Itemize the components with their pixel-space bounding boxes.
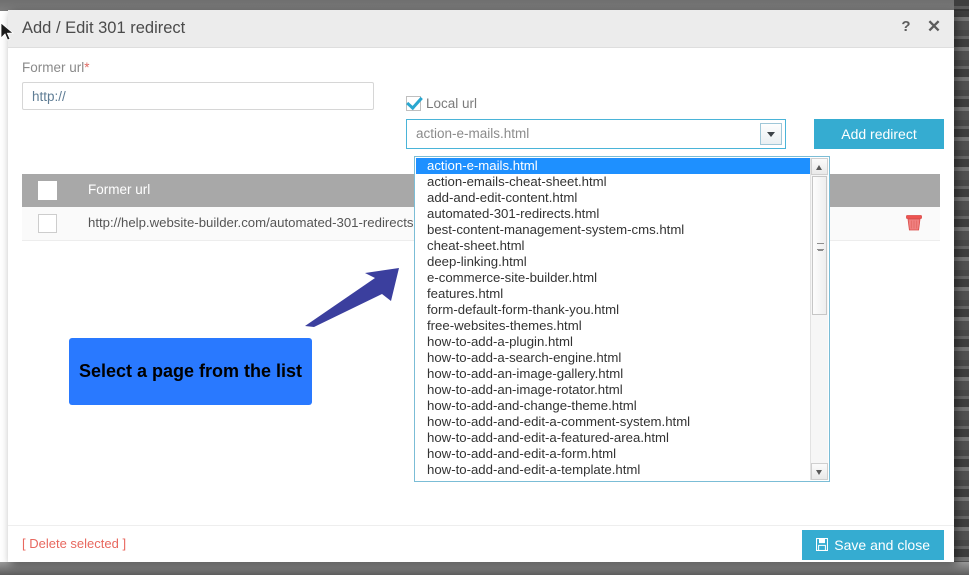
- local-url-combobox[interactable]: action-e-mails.html: [406, 119, 786, 149]
- former-url-label-text: Former url: [22, 60, 85, 75]
- dropdown-option[interactable]: how-to-add-and-edit-a-template.html: [416, 462, 811, 478]
- floppy-disk-icon: [816, 537, 829, 553]
- row-former-url: http://help.website-builder.com/automate…: [88, 215, 443, 230]
- backdrop-right-strip: [954, 0, 969, 575]
- dropdown-option[interactable]: form-default-form-thank-you.html: [416, 302, 811, 318]
- dropdown-option[interactable]: how-to-add-and-edit-a-form.html: [416, 446, 811, 462]
- annotation-callout-text: Select a page from the list: [78, 361, 303, 381]
- scroll-down-icon[interactable]: [811, 463, 828, 480]
- local-url-label: Local url: [426, 96, 478, 111]
- checkbox-checked-icon[interactable]: [406, 96, 421, 111]
- annotation-callout: Select a page from the list: [69, 338, 312, 405]
- former-url-label: Former url*: [22, 60, 90, 75]
- local-url-dropdown-list[interactable]: action-e-mails.html action-emails-cheat-s…: [414, 156, 830, 482]
- dropdown-option[interactable]: how-to-add-a-plugin.html: [416, 334, 811, 350]
- dialog-body: Former url* Local url action-e-mails.htm…: [8, 48, 954, 525]
- dropdown-option[interactable]: how-to-add-and-change-theme.html: [416, 398, 811, 414]
- former-url-input[interactable]: [22, 82, 374, 110]
- chevron-down-icon[interactable]: [760, 123, 782, 145]
- page-title: Add / Edit 301 redirect: [22, 19, 186, 37]
- dropdown-scrollbar[interactable]: [810, 158, 828, 480]
- dropdown-option[interactable]: how-to-add-a-search-engine.html: [416, 350, 811, 366]
- backdrop-bottom-strip: [0, 562, 969, 575]
- dropdown-option[interactable]: cheat-sheet.html: [416, 238, 811, 254]
- add-redirect-button[interactable]: Add redirect: [814, 119, 944, 149]
- combobox-value: action-e-mails.html: [416, 126, 530, 141]
- dropdown-option[interactable]: free-websites-themes.html: [416, 318, 811, 334]
- dialog-header: Add / Edit 301 redirect ? ✕: [8, 10, 954, 48]
- row-select-checkbox[interactable]: [38, 214, 57, 233]
- dropdown-option[interactable]: action-emails-cheat-sheet.html: [416, 174, 811, 190]
- scrollbar-thumb[interactable]: [812, 176, 827, 315]
- select-all-checkbox[interactable]: [38, 181, 57, 200]
- dropdown-option[interactable]: how-to-add-and-edit-a-featured-area.html: [416, 430, 811, 446]
- help-icon[interactable]: ?: [898, 18, 914, 36]
- dropdown-option[interactable]: best-content-management-system-cms.html: [416, 222, 811, 238]
- dropdown-option[interactable]: e-commerce-site-builder.html: [416, 270, 811, 286]
- dropdown-options: action-e-mails.html action-emails-cheat-s…: [416, 158, 811, 478]
- mouse-cursor-icon: [0, 22, 16, 47]
- dialog-footer: [ Delete selected ] Save and close: [8, 525, 954, 562]
- screen: Add / Edit 301 redirect ? ✕ Former url* …: [0, 0, 969, 575]
- dropdown-option[interactable]: deep-linking.html: [416, 254, 811, 270]
- dropdown-option[interactable]: features.html: [416, 286, 811, 302]
- dropdown-option[interactable]: add-and-edit-content.html: [416, 190, 811, 206]
- scroll-up-icon[interactable]: [811, 158, 828, 175]
- required-asterisk: *: [84, 60, 90, 75]
- dropdown-option[interactable]: action-e-mails.html: [416, 158, 811, 174]
- save-and-close-label: Save and close: [834, 537, 930, 553]
- dropdown-option[interactable]: how-to-add-and-edit-a-comment-system.htm…: [416, 414, 811, 430]
- trash-icon[interactable]: [906, 214, 922, 231]
- close-icon[interactable]: ✕: [926, 18, 942, 36]
- local-url-checkbox-row[interactable]: Local url: [406, 96, 477, 111]
- annotation-arrow-icon: [303, 266, 403, 333]
- dialog-header-actions: ? ✕: [898, 18, 942, 36]
- column-header-former-url: Former url: [88, 182, 151, 197]
- save-and-close-button[interactable]: Save and close: [802, 530, 944, 560]
- dropdown-option[interactable]: how-to-add-an-image-gallery.html: [416, 366, 811, 382]
- dropdown-option[interactable]: automated-301-redirects.html: [416, 206, 811, 222]
- delete-selected-link[interactable]: [ Delete selected ]: [22, 536, 126, 551]
- dropdown-option[interactable]: how-to-add-an-image-rotator.html: [416, 382, 811, 398]
- add-edit-301-redirect-dialog: Add / Edit 301 redirect ? ✕ Former url* …: [8, 10, 954, 562]
- dropdown-scroll-viewport: action-e-mails.html action-emails-cheat-s…: [416, 158, 811, 480]
